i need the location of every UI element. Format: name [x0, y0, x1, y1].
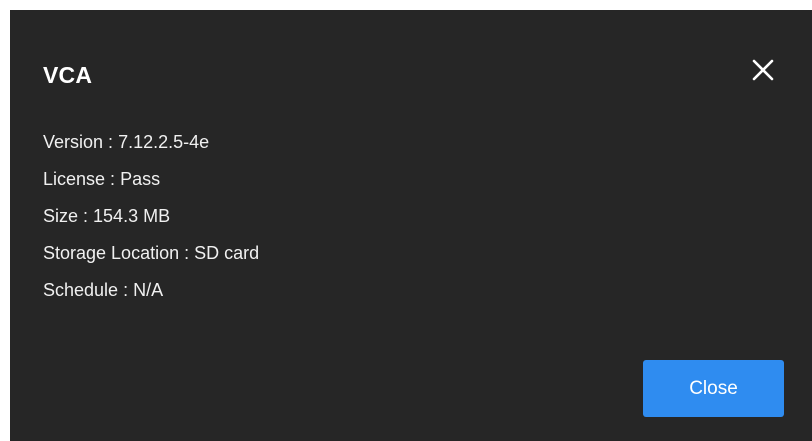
size-value: 154.3 MB: [93, 206, 171, 226]
size-row: Size : 154.3 MB: [43, 206, 171, 226]
vca-info-dialog: VCA Version : 7.12.2.5-4e License : Pass…: [10, 10, 812, 441]
license-value: Pass: [120, 169, 161, 189]
storage-location-value: SD card: [194, 243, 260, 263]
license-label: License: [43, 169, 106, 189]
vca-details-list: Version : 7.12.2.5-4e License : Pass Siz…: [43, 130, 259, 315]
size-label: Size: [43, 206, 79, 226]
license-row: License : Pass: [43, 169, 161, 189]
close-icon[interactable]: [750, 57, 776, 83]
version-value: 7.12.2.5-4e: [118, 132, 210, 152]
version-label: Version: [43, 132, 104, 152]
schedule-label: Schedule: [43, 280, 119, 300]
version-row: Version : 7.12.2.5-4e: [43, 132, 210, 152]
schedule-row: Schedule : N/A: [43, 280, 164, 300]
close-button[interactable]: Close: [643, 360, 784, 417]
schedule-value: N/A: [133, 280, 164, 300]
storage-location-label: Storage Location: [43, 243, 180, 263]
dialog-title: VCA: [43, 62, 93, 88]
storage-location-row: Storage Location : SD card: [43, 243, 260, 263]
